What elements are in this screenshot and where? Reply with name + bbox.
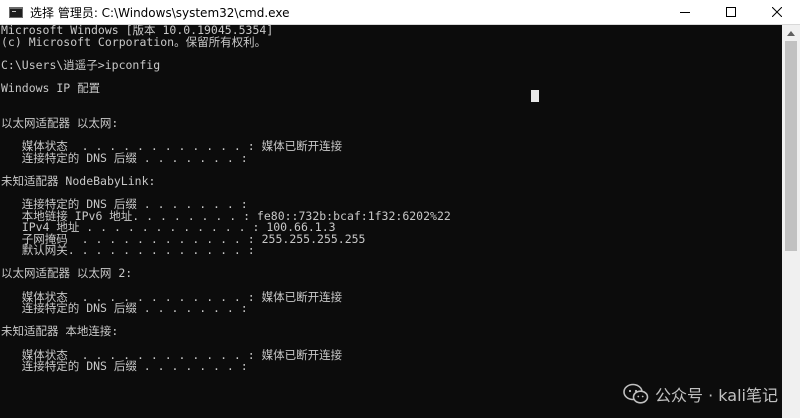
chevron-up-icon [787, 30, 795, 36]
console-line: 连接特定的 DNS 后缀 . . . . . . . : [1, 301, 248, 316]
window-title: 选择 管理员: C:\Windows\system32\cmd.exe [30, 5, 290, 20]
console-line: (c) Microsoft Corporation。保留所有权利。 [1, 34, 267, 49]
maximize-button[interactable] [708, 0, 754, 24]
watermark: 公众号 · kali笔记 [623, 382, 778, 406]
minimize-button[interactable] [662, 0, 708, 24]
wechat-logo-icon [623, 383, 649, 404]
console-line: 以太网适配器 以太网 2: [1, 266, 133, 281]
console-line: C:\Users\逍遥子>ipconfig [1, 57, 161, 72]
console-line: 未知适配器 本地连接: [1, 324, 119, 339]
text-cursor [531, 90, 539, 102]
title-bar[interactable]: 选择 管理员: C:\Windows\system32\cmd.exe [0, 0, 800, 25]
console-line: 默认网关. . . . . . . . . . . . . : [1, 243, 255, 258]
console-line: 连接特定的 DNS 后缀 . . . . . . . : [1, 150, 248, 165]
console-line: 以太网适配器 以太网: [1, 115, 119, 130]
maximize-icon [726, 7, 736, 17]
watermark-text: 公众号 · kali笔记 [655, 386, 778, 405]
cmd-app-icon[interactable] [9, 6, 23, 18]
close-icon [772, 7, 782, 17]
cmd-window: 选择 管理员: C:\Windows\system32\cmd.exe Micr… [0, 0, 800, 418]
scrollbar-thumb[interactable] [785, 41, 797, 251]
console-line: Windows IP 配置 [1, 80, 101, 95]
console-output[interactable]: Microsoft Windows [版本 10.0.19045.5354] (… [0, 24, 782, 418]
console-line: 未知适配器 NodeBabyLink: [1, 173, 156, 188]
scroll-up-button[interactable] [782, 26, 800, 40]
close-button[interactable] [754, 0, 800, 24]
console-line: 连接特定的 DNS 后缀 . . . . . . . : [1, 359, 248, 374]
vertical-scrollbar[interactable] [782, 25, 800, 418]
minimize-icon [680, 12, 690, 13]
window-controls [662, 0, 800, 24]
